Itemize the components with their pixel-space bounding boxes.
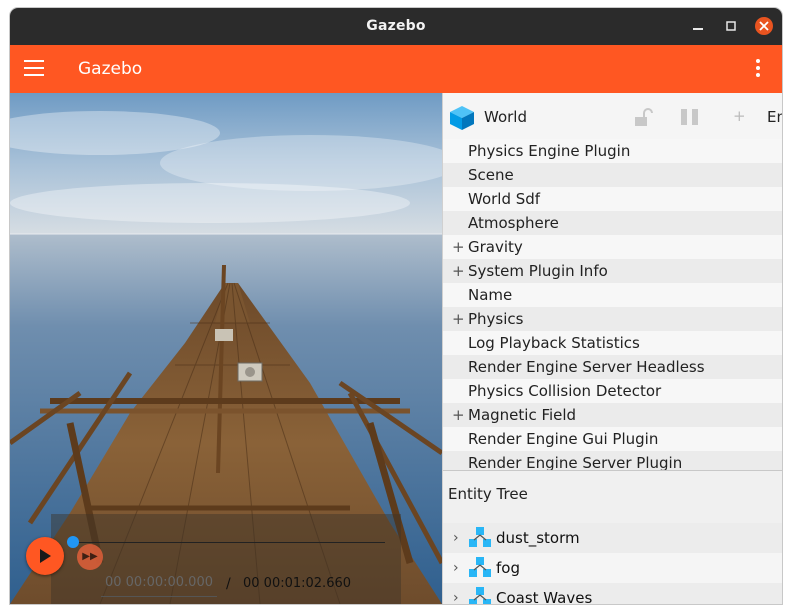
chevron-right-icon[interactable]: › <box>453 553 459 583</box>
maximize-button[interactable] <box>722 17 740 35</box>
entity-name: World <box>484 108 527 126</box>
fast-forward-icon: ▶▶ <box>82 551 98 562</box>
current-time-input[interactable]: 00 00:00:00.000 <box>101 570 217 597</box>
hamburger-icon[interactable] <box>24 60 44 78</box>
component-label: Gravity <box>468 238 523 256</box>
chevron-right-icon[interactable]: › <box>453 523 459 553</box>
model-icon <box>469 587 491 604</box>
component-row[interactable]: + Magnetic Field <box>443 403 782 427</box>
close-button[interactable] <box>755 17 773 35</box>
entity-tree-list: › dust_storm › fog › Coast Waves <box>443 523 782 604</box>
model-icon <box>469 527 491 547</box>
component-row[interactable]: Name <box>443 283 782 307</box>
component-row[interactable]: + Gravity <box>443 235 782 259</box>
component-row[interactable]: Atmosphere <box>443 211 782 235</box>
entity-tree-item[interactable]: › dust_storm <box>443 523 782 553</box>
app-toolbar: Gazebo <box>10 45 782 93</box>
expand-plus-icon[interactable]: + <box>452 235 465 259</box>
component-label: System Plugin Info <box>468 262 608 280</box>
app-title: Gazebo <box>78 59 143 79</box>
component-row[interactable]: + System Plugin Info <box>443 259 782 283</box>
inspector-header: World + En <box>443 93 782 139</box>
expand-plus-icon[interactable]: + <box>452 307 465 331</box>
component-label: Log Playback Statistics <box>468 334 640 352</box>
expand-plus-icon[interactable]: + <box>452 259 465 283</box>
minimize-icon <box>693 28 703 30</box>
play-button[interactable] <box>26 537 64 575</box>
kebab-icon[interactable] <box>752 59 764 81</box>
chevron-right-icon[interactable]: › <box>453 583 459 604</box>
playback-slider-track[interactable] <box>73 542 385 543</box>
component-row[interactable]: Log Playback Statistics <box>443 331 782 355</box>
entity-tree-item[interactable]: › Coast Waves <box>443 583 782 604</box>
maximize-icon <box>726 21 736 31</box>
window-title: Gazebo <box>366 18 426 34</box>
model-icon <box>469 557 491 577</box>
component-row[interactable]: World Sdf <box>443 187 782 211</box>
component-label: World Sdf <box>468 190 541 208</box>
component-row[interactable]: Render Engine Server Plugin <box>443 451 782 470</box>
plus-icon[interactable]: + <box>733 107 746 125</box>
component-inspector-panel: World + En Physics Engine Plugin Scene Wor… <box>442 93 782 604</box>
component-label: Physics Collision Detector <box>468 382 662 400</box>
entity-tree-label: Coast Waves <box>496 589 593 604</box>
window-titlebar[interactable]: Gazebo <box>10 8 782 45</box>
minimize-button[interactable] <box>689 17 707 35</box>
component-label: Magnetic Field <box>468 406 577 424</box>
component-label: Render Engine Server Headless <box>468 358 705 376</box>
entity-tree-header: Entity Tree <box>443 471 782 523</box>
entity-tree-label: fog <box>496 559 520 577</box>
time-separator: / <box>226 576 231 592</box>
entity-id-label: En <box>767 108 782 126</box>
component-row[interactable]: Render Engine Server Headless <box>443 355 782 379</box>
unlock-icon[interactable] <box>633 108 653 128</box>
playback-slider-thumb[interactable] <box>67 536 79 548</box>
entity-tree-label: dust_storm <box>496 529 580 547</box>
component-row[interactable]: Physics Engine Plugin <box>443 139 782 163</box>
pause-icon[interactable] <box>681 109 699 125</box>
component-label: Physics <box>468 310 524 328</box>
component-label: Render Engine Server Plugin <box>468 454 683 470</box>
entity-tree-title: Entity Tree <box>448 485 528 503</box>
cube-icon <box>450 106 474 130</box>
component-row[interactable]: Scene <box>443 163 782 187</box>
app-window: Gazebo Gazebo ▶▶ 00 00:00:00.000 / 00 00… <box>10 8 782 604</box>
entity-tree-item[interactable]: › fog <box>443 553 782 583</box>
component-row[interactable]: Render Engine Gui Plugin <box>443 427 782 451</box>
component-label: Scene <box>468 166 514 184</box>
close-icon <box>759 21 769 31</box>
component-label: Render Engine Gui Plugin <box>468 430 659 448</box>
component-label: Name <box>468 286 513 304</box>
component-list: Physics Engine Plugin Scene World Sdf Atmos… <box>443 139 782 470</box>
component-row[interactable]: + Physics <box>443 307 782 331</box>
3d-scene-view[interactable]: ▶▶ 00 00:00:00.000 / 00 00:01:02.660 <box>10 93 442 604</box>
component-label: Atmosphere <box>468 214 559 232</box>
component-label: Physics Engine Plugin <box>468 142 631 160</box>
expand-plus-icon[interactable]: + <box>452 403 465 427</box>
total-time: 00 00:01:02.660 <box>243 576 352 591</box>
step-button[interactable]: ▶▶ <box>77 544 103 570</box>
component-row[interactable]: Physics Collision Detector <box>443 379 782 403</box>
